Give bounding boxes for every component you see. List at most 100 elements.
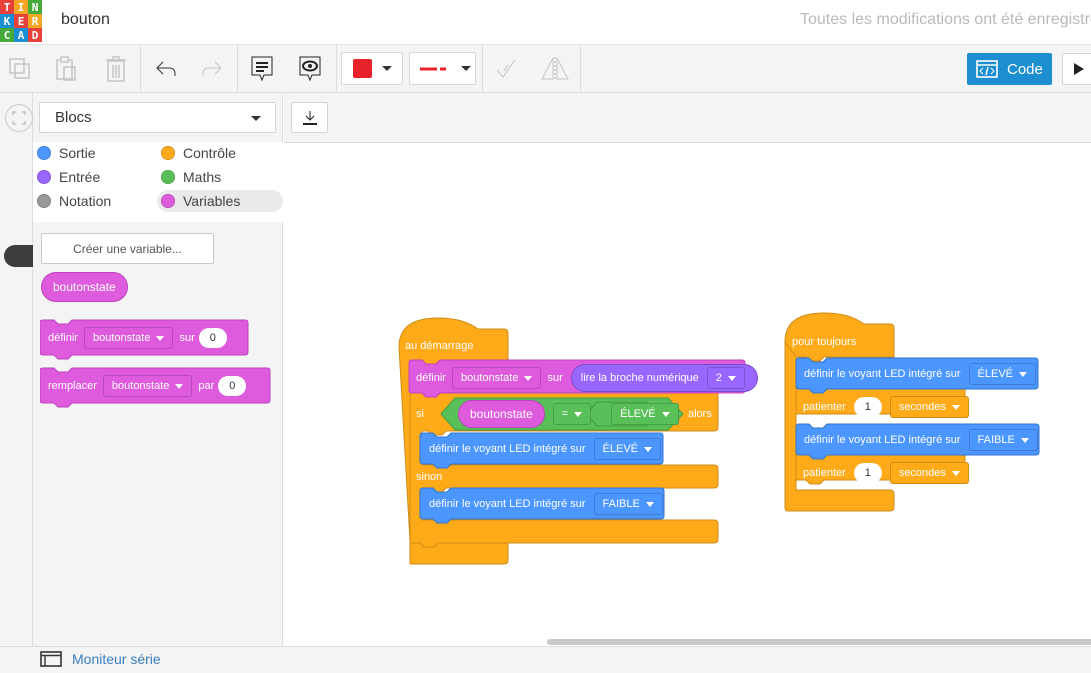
start-simulation-button[interactable] <box>1062 53 1091 85</box>
tinkercad-logo[interactable]: TINKERCAD <box>0 0 42 42</box>
block-label: définir le voyant LED intégré sur <box>804 434 961 446</box>
download-code-button[interactable] <box>291 102 328 133</box>
led-level-dropdown[interactable]: FAIBLE <box>593 493 663 515</box>
block-label: sur <box>547 372 563 384</box>
category-entree[interactable]: Entrée <box>33 166 100 188</box>
block-palette: Blocs Sortie Contrôle Entrée Maths Notat… <box>33 93 283 646</box>
category-label: Variables <box>183 193 241 209</box>
editor-mode-select[interactable]: Blocs <box>39 102 276 133</box>
dropdown-arrow-icon <box>1019 371 1027 377</box>
value-input[interactable]: 0 <box>198 328 227 348</box>
serial-monitor-button[interactable]: Moniteur série <box>40 651 161 667</box>
variable-reporter-block[interactable]: boutonstate <box>41 272 128 302</box>
dropdown-arrow-icon <box>951 470 960 476</box>
forever-hat-label[interactable]: pour toujours <box>792 333 856 351</box>
dropdown-arrow-icon <box>951 404 960 410</box>
undo-icon[interactable] <box>150 45 182 93</box>
block-label: remplacer <box>48 380 97 392</box>
copy-icon[interactable] <box>4 45 36 93</box>
category-variables[interactable]: Variables <box>157 190 283 212</box>
variable-dropdown[interactable]: boutonstate <box>451 367 542 389</box>
code-button-label: Code <box>1007 60 1043 78</box>
led-level-dropdown[interactable]: FAIBLE <box>968 429 1038 451</box>
set-variable-block[interactable]: définir boutonstate sur lire la broche n… <box>416 364 758 392</box>
category-maths[interactable]: Maths <box>157 166 221 188</box>
fit-view-button[interactable] <box>5 104 33 132</box>
category-dot-icon <box>161 146 175 160</box>
time-unit-dropdown[interactable]: secondes <box>889 462 969 484</box>
set-builtin-led-block[interactable]: définir le voyant LED intégré sur ÉLEVÉ <box>804 363 1042 385</box>
serial-monitor-label: Moniteur série <box>72 651 161 667</box>
category-dot-icon <box>161 170 175 184</box>
panel-drag-handle[interactable] <box>4 245 34 267</box>
then-label: alors <box>688 408 712 420</box>
pin-dropdown[interactable]: 2 <box>706 367 745 389</box>
color-picker[interactable] <box>341 52 403 85</box>
change-variable-block[interactable]: remplacer boutonstate par 0 <box>48 373 250 399</box>
delete-icon[interactable] <box>100 45 132 93</box>
time-unit-dropdown[interactable]: secondes <box>889 396 969 418</box>
variable-reporter-block[interactable]: boutonstate <box>458 400 545 428</box>
status-bar: Moniteur série <box>0 646 1091 673</box>
dropdown-arrow-icon <box>574 411 583 417</box>
set-builtin-led-block[interactable]: définir le voyant LED intégré sur ÉLEVÉ <box>429 438 667 460</box>
create-variable-button[interactable]: Créer une variable... <box>41 233 214 264</box>
redo-icon[interactable] <box>196 45 228 93</box>
top-bar: TINKERCAD bouton Toutes les modification… <box>0 0 1091 45</box>
category-dot-icon <box>37 146 51 160</box>
notes-icon[interactable] <box>246 45 278 93</box>
color-swatch <box>353 59 372 78</box>
set-builtin-led-block[interactable]: définir le voyant LED intégré sur FAIBLE <box>429 493 669 515</box>
chevron-down-icon <box>461 66 471 71</box>
project-title[interactable]: bouton <box>61 11 110 29</box>
category-controle[interactable]: Contrôle <box>157 142 236 164</box>
variable-dropdown[interactable]: boutonstate <box>83 327 174 349</box>
block-label: définir <box>416 372 446 384</box>
on-start-hat-label[interactable]: au démarrage <box>405 337 474 355</box>
logo-letter: T <box>0 0 14 14</box>
digital-read-reporter[interactable]: lire la broche numérique 2 <box>570 364 758 392</box>
wait-value-input[interactable]: 1 <box>853 463 882 483</box>
dropdown-arrow-icon <box>524 375 533 381</box>
paste-icon[interactable] <box>50 45 82 93</box>
category-dot-icon <box>37 194 51 208</box>
chevron-down-icon <box>251 116 261 121</box>
category-sortie[interactable]: Sortie <box>33 142 96 164</box>
logo-letter: D <box>28 28 42 42</box>
horizontal-scrollbar[interactable] <box>547 639 1091 645</box>
line-style-picker[interactable] <box>409 52 476 85</box>
play-icon <box>1074 63 1084 75</box>
led-level-dropdown[interactable]: ÉLEVÉ <box>593 438 661 460</box>
level-dropdown[interactable]: ÉLEVÉ <box>611 403 679 425</box>
set-variable-block[interactable]: définir boutonstate sur 0 <box>48 325 231 351</box>
dropdown-arrow-icon <box>175 383 184 389</box>
category-label: Notation <box>59 193 112 209</box>
logo-letter: K <box>0 14 14 28</box>
category-label: Sortie <box>59 145 96 161</box>
value-input[interactable]: 0 <box>218 376 247 396</box>
set-builtin-led-block[interactable]: définir le voyant LED intégré sur FAIBLE <box>804 429 1044 451</box>
variable-dropdown[interactable]: boutonstate <box>102 375 193 397</box>
flip-icon[interactable] <box>538 45 572 93</box>
wait-value-input[interactable]: 1 <box>853 397 882 417</box>
block-label: définir <box>48 332 78 344</box>
code-button[interactable]: Code <box>967 53 1052 85</box>
block-label: définir le voyant LED intégré sur <box>804 368 961 380</box>
operator-dropdown[interactable]: = <box>552 403 592 425</box>
logo-letter: C <box>0 28 14 42</box>
dropdown-arrow-icon <box>727 375 736 381</box>
wait-block[interactable]: patienter 1 secondes <box>803 462 975 484</box>
logo-letter: N <box>28 0 42 14</box>
category-notation[interactable]: Notation <box>33 190 111 212</box>
mirror-tool-icon[interactable] <box>490 45 522 93</box>
block-label: sur <box>179 332 195 344</box>
equals-condition[interactable]: boutonstate = ÉLEVÉ <box>458 399 683 429</box>
toolbar: Code <box>0 45 1091 93</box>
led-level-dropdown[interactable]: ÉLEVÉ <box>968 363 1036 385</box>
dropdown-arrow-icon <box>661 411 670 417</box>
wait-block[interactable]: patienter 1 secondes <box>803 396 975 418</box>
visibility-icon[interactable] <box>294 45 326 93</box>
logo-letter: I <box>14 0 28 14</box>
serial-monitor-icon <box>40 651 62 667</box>
blocks-workspace[interactable]: au démarrage définir boutonstate sur lir… <box>284 143 1091 646</box>
